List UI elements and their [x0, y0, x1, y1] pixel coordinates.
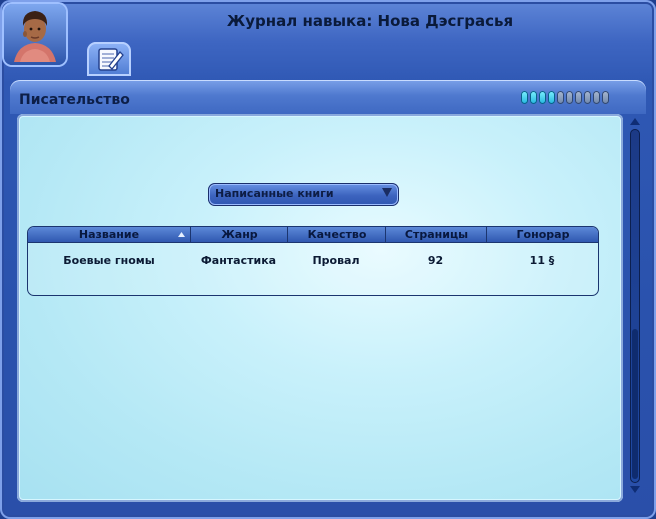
book-title-cell: Боевые гномы — [63, 254, 155, 267]
skill-level-pip — [548, 91, 555, 104]
sim-portrait — [2, 2, 68, 67]
book-quality-cell: Провал — [312, 254, 360, 267]
scroll-up-icon[interactable] — [627, 115, 643, 129]
skill-level-pip — [584, 91, 591, 104]
tab-writing-journal[interactable] — [87, 42, 131, 76]
skill-content-area: Написанные книги Название Жанр Качество … — [17, 114, 623, 502]
column-header-quality[interactable]: Качество — [287, 227, 386, 242]
skill-level-pip — [530, 91, 537, 104]
notebook-pencil-icon — [98, 48, 124, 71]
sim-avatar-icon — [4, 4, 66, 65]
chevron-down-icon — [382, 188, 392, 197]
dropdown-selected-value: Написанные книги — [215, 187, 334, 200]
skill-level-pip — [557, 91, 564, 104]
skill-level-pip — [593, 91, 600, 104]
column-header-pages[interactable]: Страницы — [385, 227, 487, 242]
column-header-genre[interactable]: Жанр — [190, 227, 288, 242]
skill-level-pip — [575, 91, 582, 104]
table-header: Название Жанр Качество Страницы Гонорар — [28, 227, 598, 243]
books-filter-dropdown[interactable]: Написанные книги — [208, 183, 399, 206]
skill-name: Писательство — [19, 92, 130, 108]
book-genre-cell: Фантастика — [200, 254, 277, 267]
scroll-track[interactable] — [630, 129, 640, 483]
skill-journal-window: Журнал навыка: Нова Дэсграсья Писательст… — [0, 0, 656, 519]
content-scrollbar[interactable] — [626, 115, 644, 497]
column-header-title[interactable]: Название — [28, 227, 190, 242]
window-title: Журнал навыка: Нова Дэсграсья — [226, 12, 514, 30]
written-books-table: Название Жанр Качество Страницы Гонорар … — [27, 226, 599, 296]
skill-level-pip — [602, 91, 609, 104]
skill-level-pip — [539, 91, 546, 104]
skill-level-pip — [521, 91, 528, 104]
sort-ascending-icon — [178, 232, 185, 237]
column-header-royalties[interactable]: Гонорар — [486, 227, 598, 242]
scroll-thumb[interactable] — [632, 329, 638, 479]
scroll-down-icon[interactable] — [627, 482, 643, 496]
skill-level-meter — [521, 91, 609, 106]
book-royalties-cell: 11 § — [529, 254, 555, 267]
skill-level-pip — [566, 91, 573, 104]
book-pages-cell: 92 — [427, 254, 444, 267]
